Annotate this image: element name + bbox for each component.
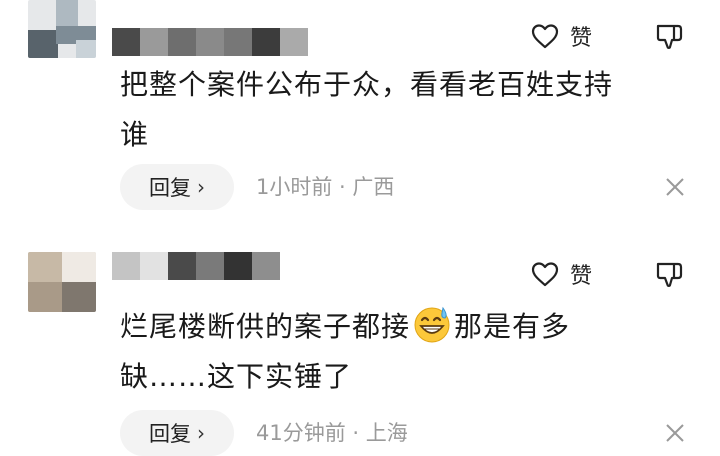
reply-button[interactable]: 回复 › [120, 410, 234, 456]
like-label: 赞 [570, 26, 593, 51]
comment-text-part: 那是有多 [454, 310, 571, 343]
thumbs-down-icon[interactable] [654, 22, 684, 50]
comment-item: 赞 烂尾楼断供的案子都接 那是有多 缺……这下实锤了 回复 › 41分钟前 · … [0, 240, 720, 456]
heart-outline-icon [531, 24, 559, 49]
username-redacted[interactable] [112, 252, 280, 280]
comment-text-line: 烂尾楼断供的案子都接 那是有多 [120, 302, 680, 352]
chevron-right-icon: › [197, 421, 205, 445]
reply-label: 回复 [149, 176, 191, 200]
username-redacted[interactable] [112, 28, 308, 56]
meta-separator: · [332, 175, 353, 199]
chevron-right-icon: › [197, 175, 205, 199]
heart-outline-icon [531, 262, 559, 287]
comment-text-part: 烂尾楼断供的案子都接 [120, 310, 411, 343]
comment-text: 把整个案件公布于众，看看老百姓支持 谁 [120, 60, 680, 160]
close-icon[interactable] [664, 176, 686, 198]
like-button[interactable]: 赞 [530, 20, 592, 52]
grinning-sweat-emoji [414, 306, 450, 343]
thumbs-down-icon[interactable] [654, 260, 684, 288]
comment-item: 赞 把整个案件公布于众，看看老百姓支持 谁 回复 › 1小时前 · 广西 [0, 0, 720, 220]
comment-location: 广西 [352, 175, 395, 199]
meta-separator: · [345, 421, 366, 445]
comment-text-line: 把整个案件公布于众，看看老百姓支持 [120, 68, 614, 101]
comment-text-line: 缺……这下实锤了 [120, 360, 353, 393]
reply-button[interactable]: 回复 › [120, 164, 234, 210]
comment-location: 上海 [365, 421, 408, 445]
comment-text: 烂尾楼断供的案子都接 那是有多 缺……这下实锤了 [120, 302, 680, 402]
comment-meta: 1小时前 · 广西 [256, 164, 394, 210]
comment-time: 1小时前 [256, 175, 333, 199]
avatar[interactable] [28, 252, 96, 312]
avatar[interactable] [28, 0, 96, 58]
like-label: 赞 [570, 264, 593, 289]
like-button[interactable]: 赞 [530, 258, 592, 290]
comment-text-line: 谁 [120, 118, 150, 151]
comment-meta: 41分钟前 · 上海 [256, 410, 408, 456]
comment-time: 41分钟前 [256, 421, 346, 445]
close-icon[interactable] [664, 422, 686, 444]
